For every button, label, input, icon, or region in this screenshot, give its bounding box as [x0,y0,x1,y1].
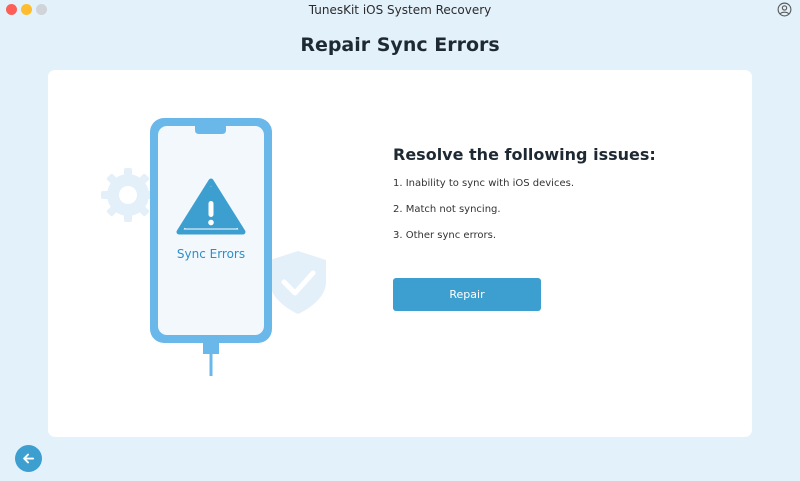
shield-check-icon [270,251,326,314]
phone-label: Sync Errors [176,247,246,261]
gear-icon [101,168,155,222]
issue-item: 1. Inability to sync with iOS devices. [393,178,575,189]
back-button[interactable] [15,445,42,472]
user-account-icon[interactable] [777,2,792,17]
phone-connector [203,343,219,354]
issue-item: 3. Other sync errors. [393,230,497,241]
issue-item: 2. Match not syncing. [393,204,501,215]
title-bar: TunesKit iOS System Recovery [0,0,800,20]
page-title: Repair Sync Errors [300,34,500,56]
window-title: TunesKit iOS System Recovery [308,3,492,17]
app-window: TunesKit iOS System Recovery Repair Sync… [0,0,800,481]
repair-button[interactable]: Repair [393,278,541,311]
issues-heading: Resolve the following issues: [393,145,656,164]
phone-illustration [101,118,326,376]
phone-cable [209,354,213,376]
back-arrow-icon [23,453,35,464]
